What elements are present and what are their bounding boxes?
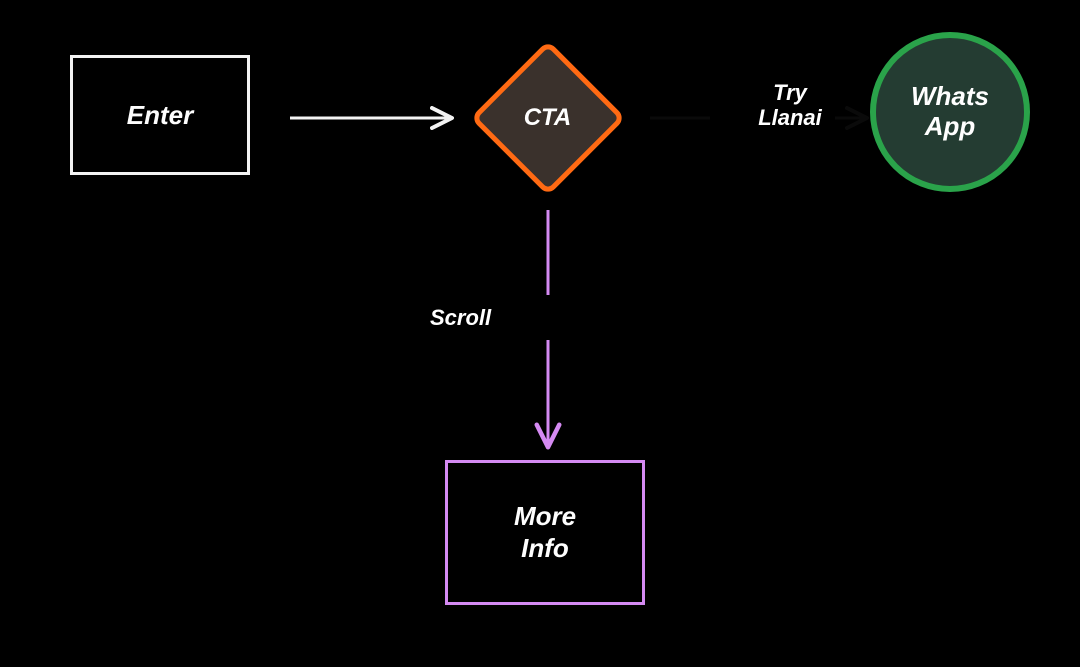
try-line1: Try (773, 80, 807, 105)
flow-diagram: Enter CTA Whats App More Info Scroll Try… (0, 0, 1080, 667)
try-line2: Llanai (758, 105, 822, 130)
edge-label-try-llanai: Try Llanai (735, 80, 845, 131)
node-more-info-label: More Info (514, 501, 576, 563)
node-whatsapp: Whats App (870, 32, 1030, 192)
moreinfo-line2: Info (521, 533, 569, 563)
node-enter-label: Enter (127, 100, 193, 131)
node-more-info: More Info (445, 460, 645, 605)
moreinfo-line1: More (514, 501, 576, 531)
node-cta-label: CTA (470, 40, 625, 195)
whatsapp-line1: Whats (911, 81, 989, 111)
whatsapp-line2: App (925, 111, 976, 141)
node-enter: Enter (70, 55, 250, 175)
node-cta: CTA (470, 40, 625, 195)
edge-label-scroll: Scroll (430, 305, 491, 330)
node-whatsapp-label: Whats App (911, 82, 989, 142)
